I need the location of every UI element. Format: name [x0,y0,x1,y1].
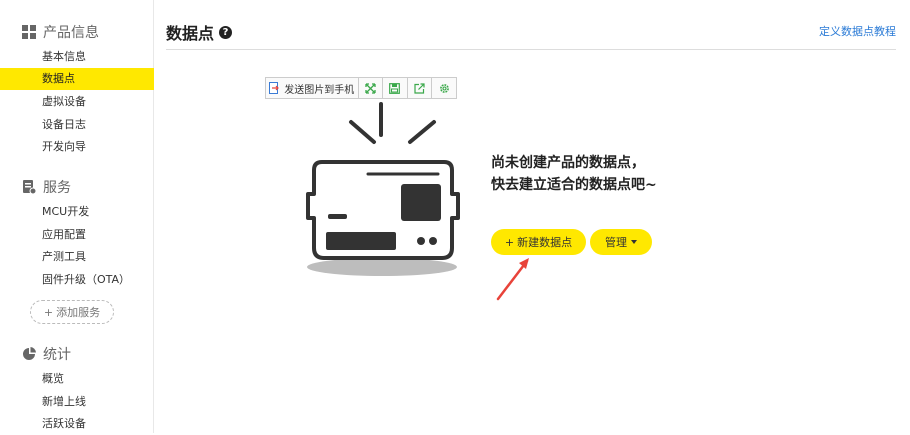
red-arrow-annotation-icon [496,258,529,301]
manage-dropdown-button[interactable]: 管理 [590,229,652,255]
tutorial-link[interactable]: 定义数据点教程 [819,23,896,39]
new-datapoint-button[interactable]: + 新建数据点 [491,229,586,255]
sidebar-item-datapoints[interactable]: 数据点 [0,68,154,90]
sidebar-item-ota[interactable]: 固件升级（OTA） [0,269,154,291]
sidebar-item-virtual-device[interactable]: 虚拟设备 [0,91,154,113]
sidebar-item-new-online[interactable]: 新增上线 [0,391,154,413]
plus-icon: + [504,235,515,249]
new-datapoint-label: 新建数据点 [517,236,573,249]
grid-icon [22,25,36,39]
section-title: 服务 [43,180,71,196]
help-icon[interactable]: ? [219,25,233,39]
empty-state-line2: 快去建立适合的数据点吧~ [491,177,657,193]
section-header-stats: 统计 [22,343,71,365]
page-title: 数据点 ? [166,20,233,44]
add-service-label: 添加服务 [56,306,101,319]
service-icon [23,180,36,194]
settings-button[interactable] [432,78,456,98]
save-icon [389,82,401,94]
send-to-phone-label: 发送图片到手机 [284,84,355,96]
send-to-phone-button[interactable]: 发送图片到手机 [266,78,359,98]
page-title-text: 数据点 [166,24,215,43]
sidebar-item-basic-info[interactable]: 基本信息 [0,46,154,68]
section-title: 产品信息 [43,25,99,41]
fullscreen-button[interactable] [359,78,384,98]
caret-down-icon [631,240,637,244]
settings-icon [439,83,449,93]
section-header-product-info: 产品信息 [22,21,99,43]
pie-chart-icon [23,347,36,360]
manage-label: 管理 [605,236,627,249]
screenshot-toolbar: 发送图片到手机 [265,77,457,99]
sidebar-item-app-config[interactable]: 应用配置 [0,224,154,246]
sidebar-item-active-devices[interactable]: 活跃设备 [0,413,154,435]
plus-icon: + [43,305,54,319]
save-button[interactable] [383,78,408,98]
sidebar: 产品信息 基本信息 数据点 虚拟设备 设备日志 开发向导 服务 MCU开发 应用… [0,0,154,433]
sidebar-item-device-log[interactable]: 设备日志 [0,114,154,136]
header-divider [166,49,896,50]
section-header-services: 服务 [22,176,71,198]
sidebar-item-production-test[interactable]: 产测工具 [0,246,154,268]
share-button[interactable] [408,78,433,98]
share-icon [414,82,425,94]
send-image-icon [269,82,280,94]
fullscreen-icon [365,82,376,94]
section-title: 统计 [43,347,71,363]
sidebar-item-overview[interactable]: 概览 [0,368,154,390]
add-service-button[interactable]: + 添加服务 [30,300,114,324]
empty-state-line1: 尚未创建产品的数据点， [491,155,645,171]
empty-device-illustration [306,102,460,276]
sidebar-item-dev-guide[interactable]: 开发向导 [0,136,154,158]
sidebar-item-mcu-dev[interactable]: MCU开发 [0,201,154,223]
